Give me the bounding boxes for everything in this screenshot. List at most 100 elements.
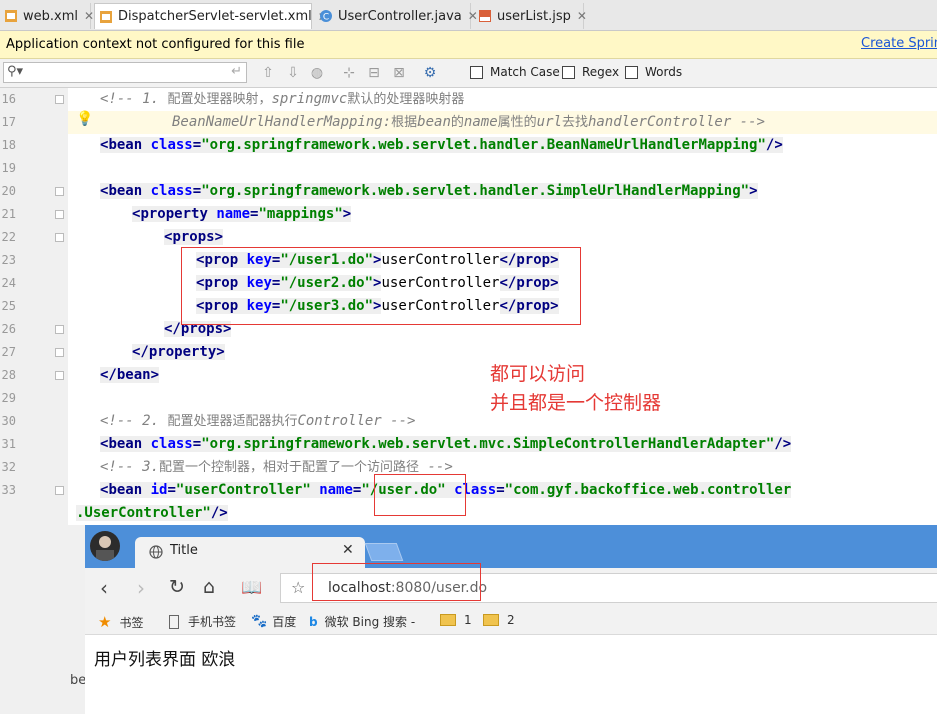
select-all-occurrences-icon[interactable]: ⊠ bbox=[390, 64, 408, 82]
xml-attr: name bbox=[319, 482, 353, 498]
comment-text: 去找 bbox=[561, 115, 588, 130]
highlight-box-name bbox=[374, 474, 466, 516]
xml-tag: property bbox=[140, 206, 208, 222]
comment-text: --> bbox=[419, 459, 453, 475]
comment-text: <!-- 1. bbox=[100, 91, 168, 107]
highlight-box-props bbox=[181, 247, 581, 325]
bookmark-folder[interactable]: 1 bbox=[440, 613, 472, 627]
bookmark-label: 1 bbox=[464, 613, 472, 627]
match-case-label: Match Case bbox=[490, 65, 560, 79]
svg-text:C: C bbox=[323, 13, 329, 23]
fold-marker[interactable] bbox=[55, 325, 64, 334]
xml-tag: props bbox=[172, 229, 215, 245]
bookmark-item[interactable]: ★ 书签 bbox=[98, 613, 143, 631]
bookmark-folder[interactable]: 2 bbox=[483, 613, 515, 627]
line-number: 24 bbox=[1, 276, 16, 290]
forward-arrow-icon[interactable]: › bbox=[137, 576, 145, 600]
browser-titlebar: Title ✕ bbox=[85, 525, 937, 568]
find-all-icon[interactable]: ◍ bbox=[308, 64, 326, 82]
intention-bulb-icon[interactable]: 💡 bbox=[76, 111, 93, 127]
xml-tag: bean bbox=[116, 367, 151, 383]
bing-icon: b bbox=[309, 614, 318, 629]
comment-text: name bbox=[463, 114, 498, 130]
line-number: 23 bbox=[1, 253, 16, 267]
match-case-checkbox[interactable]: Match Case bbox=[470, 65, 560, 79]
close-icon[interactable]: ✕ bbox=[84, 9, 94, 23]
new-tab-button[interactable] bbox=[364, 543, 404, 561]
star-icon: ★ bbox=[98, 613, 112, 631]
code-line-31: <bean class="org.springframework.web.ser… bbox=[100, 436, 792, 452]
checkbox-box[interactable] bbox=[562, 65, 575, 79]
xml-tag: bean bbox=[108, 183, 143, 199]
bookmark-item[interactable]: 手机书签 bbox=[169, 613, 236, 630]
code-line-27: </property> bbox=[132, 344, 225, 360]
xml-value: "org.springframework.web.servlet.handler… bbox=[201, 183, 750, 199]
editor-tab-bar: web.xml ✕ DispatcherServlet-servlet.xml … bbox=[0, 0, 937, 31]
previous-occurrence-icon[interactable]: ⇧ bbox=[259, 64, 277, 82]
checkbox-box[interactable] bbox=[625, 65, 638, 79]
fold-marker[interactable] bbox=[55, 371, 64, 380]
banner-message: Application context not configured for t… bbox=[6, 37, 305, 52]
fold-marker[interactable] bbox=[55, 486, 64, 495]
close-tab-icon[interactable]: ✕ bbox=[342, 542, 354, 558]
tab-web-xml[interactable]: web.xml ✕ bbox=[0, 3, 94, 29]
enter-icon: ↵ bbox=[231, 64, 242, 79]
add-selection-icon[interactable]: ⊹ bbox=[340, 64, 358, 82]
jsp-file-icon bbox=[478, 9, 492, 23]
settings-gear-icon[interactable]: ⚙ bbox=[421, 64, 439, 82]
code-line-33-wrap: .UserController"/> bbox=[76, 502, 228, 525]
code-line-16: <!-- 1. 配置处理器映射，springmvc默认的处理器映射器 bbox=[100, 88, 464, 111]
tab-dispatcherservlet[interactable]: DispatcherServlet-servlet.xml ✕ bbox=[94, 3, 328, 29]
fold-marker[interactable] bbox=[55, 210, 64, 219]
line-number: 21 bbox=[1, 207, 16, 221]
reading-list-icon[interactable]: 📖 bbox=[241, 578, 262, 598]
fold-marker[interactable] bbox=[55, 233, 64, 242]
checkbox-box[interactable] bbox=[470, 65, 483, 79]
xml-value: "org.springframework.web.servlet.mvc.Sim… bbox=[201, 436, 775, 452]
xml-attr: class bbox=[150, 436, 193, 452]
line-number: 31 bbox=[1, 437, 16, 451]
java-class-icon: C bbox=[319, 9, 333, 23]
bookmark-label: 微软 Bing 搜索 - bbox=[324, 615, 416, 629]
fold-marker[interactable] bbox=[55, 95, 64, 104]
reload-icon[interactable]: ↻ bbox=[169, 576, 185, 598]
bookmark-label: 2 bbox=[507, 613, 515, 627]
comment-text: <!-- 2. bbox=[100, 413, 168, 429]
search-icon: ⚲▾ bbox=[7, 64, 24, 79]
create-spring-link[interactable]: Create Spring bbox=[861, 36, 937, 51]
back-arrow-icon[interactable]: ‹ bbox=[100, 576, 108, 600]
bookmark-item[interactable]: 🐾 百度 bbox=[251, 613, 296, 630]
folder-icon bbox=[483, 614, 499, 626]
comment-text: 的 bbox=[450, 115, 464, 130]
words-checkbox[interactable]: Words bbox=[625, 65, 682, 79]
xml-value: "mappings" bbox=[258, 206, 343, 222]
xml-attr: name bbox=[216, 206, 251, 222]
xml-value: "userController" bbox=[175, 482, 311, 498]
remove-selection-icon[interactable]: ⊟ bbox=[365, 64, 383, 82]
tab-userlist-jsp[interactable]: userList.jsp ✕ bbox=[474, 3, 587, 29]
fold-marker[interactable] bbox=[55, 187, 64, 196]
line-number: 16 bbox=[1, 92, 16, 106]
close-icon[interactable]: ✕ bbox=[577, 9, 587, 23]
tab-usercontroller[interactable]: C UserController.java ✕ bbox=[315, 3, 478, 29]
search-input[interactable]: ⚲▾ ↵ bbox=[3, 62, 247, 83]
comment-text: url bbox=[536, 114, 562, 130]
code-line-20: <bean class="org.springframework.web.ser… bbox=[100, 183, 758, 199]
line-number: 22 bbox=[1, 230, 16, 244]
avatar[interactable] bbox=[90, 531, 120, 561]
fold-marker[interactable] bbox=[55, 348, 64, 357]
bookmark-item[interactable]: b 微软 Bing 搜索 - bbox=[309, 613, 415, 630]
line-number: 26 bbox=[1, 322, 16, 336]
regex-label: Regex bbox=[582, 65, 620, 79]
line-number: 30 bbox=[1, 414, 16, 428]
code-line-28: </bean> bbox=[100, 367, 160, 383]
regex-checkbox[interactable]: Regex bbox=[562, 65, 619, 79]
bookmark-star-icon[interactable]: ☆ bbox=[291, 578, 305, 597]
baidu-icon: 🐾 bbox=[251, 614, 268, 629]
next-occurrence-icon[interactable]: ⇩ bbox=[284, 64, 302, 82]
bookmarks-bar: ★ 书签 手机书签 🐾 百度 b 微软 Bing 搜索 - 1 2 bbox=[85, 608, 937, 635]
line-number: 25 bbox=[1, 299, 16, 313]
home-icon[interactable]: ⌂ bbox=[203, 576, 215, 598]
status-fragment: be bbox=[70, 673, 87, 688]
annotation-line-2: 并且都是一个控制器 bbox=[490, 392, 662, 414]
